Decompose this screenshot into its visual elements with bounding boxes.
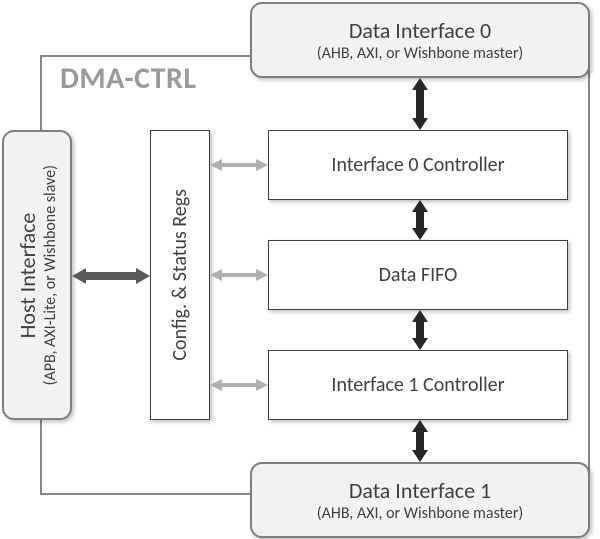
arrow-if0-to-fifo xyxy=(410,200,430,240)
arrow-fifo-to-if1 xyxy=(410,310,430,350)
data-interface-1-title: Data Interface 1 xyxy=(349,477,491,504)
host-interface-box: Host Interface (APB, AXI-Lite, or Wishbo… xyxy=(2,130,72,420)
diagram-title: DMA-CTRL xyxy=(60,60,197,97)
interface-1-controller-box: Interface 1 Controller xyxy=(268,350,568,420)
host-interface-title: Host Interface xyxy=(14,165,41,385)
arrow-if1-to-di1 xyxy=(410,420,430,462)
arrow-config-to-if1 xyxy=(210,377,268,393)
data-interface-0-sub: (AHB, AXI, or Wishbone master) xyxy=(317,44,524,63)
data-interface-1-sub: (AHB, AXI, or Wishbone master) xyxy=(317,504,524,523)
interface-0-controller-label: Interface 0 Controller xyxy=(331,153,504,177)
arrow-di0-to-if0 xyxy=(410,78,430,130)
data-fifo-label: Data FIFO xyxy=(379,263,458,287)
host-interface-sub: (APB, AXI-Lite, or Wishbone slave) xyxy=(41,165,60,385)
arrow-config-to-if0 xyxy=(210,157,268,173)
interface-1-controller-label: Interface 1 Controller xyxy=(331,373,504,397)
data-interface-0-title: Data Interface 0 xyxy=(349,17,491,44)
arrow-config-to-fifo xyxy=(210,267,268,283)
data-interface-1-box: Data Interface 1 (AHB, AXI, or Wishbone … xyxy=(250,462,590,538)
config-status-regs-box: Config. & Status Regs xyxy=(150,130,210,420)
interface-0-controller-box: Interface 0 Controller xyxy=(268,130,568,200)
arrow-host-to-config xyxy=(72,266,150,286)
data-interface-0-box: Data Interface 0 (AHB, AXI, or Wishbone … xyxy=(250,2,590,78)
data-fifo-box: Data FIFO xyxy=(268,240,568,310)
config-status-regs-label: Config. & Status Regs xyxy=(168,189,192,361)
